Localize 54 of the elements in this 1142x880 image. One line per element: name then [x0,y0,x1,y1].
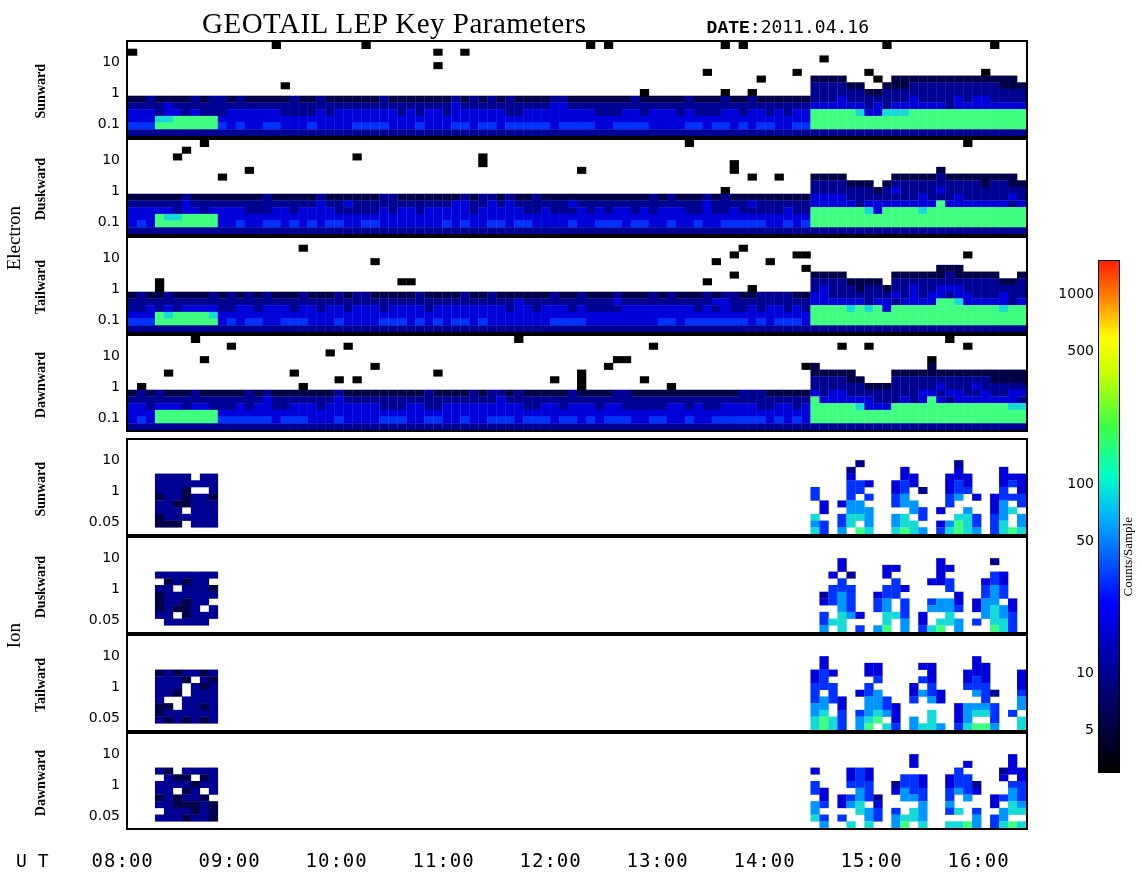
x-tick-label: 09:00 [197,849,262,871]
x-tick-label: 13:00 [625,849,690,871]
panel-label: Dawnward [33,351,49,419]
y-tick-label: 10 [102,54,120,69]
y-tick-label: 1 [111,483,120,497]
y-tick-label: 1 [111,581,120,595]
panel-label: Duskward [33,157,49,221]
panel-label: Tailward [33,658,49,712]
y-tick-label: 10 [102,648,120,663]
y-tick-label: 0.1 [97,213,120,228]
color-scale-tick: 500 [1067,343,1094,358]
panel-label: Tailward [33,260,49,314]
color-scale-tick: 10 [1076,665,1094,679]
x-tick-label: 08:00 [90,849,155,871]
color-scale-tick: 5 [1085,722,1094,736]
y-tick-label: 0.1 [97,115,120,130]
y-tick-label: 0.05 [88,513,120,528]
x-tick-label: 11:00 [411,849,476,871]
group-label: Ion [3,623,25,649]
y-tick-label: 0.05 [88,807,120,822]
group-label: Electron [3,205,25,271]
y-tick-label: 1 [111,379,120,393]
x-tick-label: 14:00 [732,849,797,871]
date-value: 2011.04.16 [760,16,869,37]
y-tick-label: 0.1 [97,311,120,326]
x-tick-label: 16:00 [946,849,1011,871]
y-tick-label: 1 [111,777,120,791]
date-label: DATE: [706,18,761,38]
y-tick-label: 10 [102,452,120,467]
x-tick-label: 12:00 [518,849,583,871]
y-tick-label: 0.1 [97,409,120,424]
x-tick-label: 15:00 [839,849,904,871]
y-tick-label: 0.05 [88,709,120,724]
color-scale-label: Counts/Sample [1120,517,1136,597]
panel-label: Dawnward [33,749,49,817]
y-tick-label: 1 [111,281,120,295]
x-axis-label: U T [15,849,50,871]
x-tick-label: 10:00 [304,849,369,871]
color-scale-tick: 1000 [1058,286,1094,301]
y-tick-label: 10 [102,746,120,761]
color-scale-tick: 50 [1076,532,1094,547]
y-tick-label: 1 [111,85,120,99]
y-tick-label: 10 [102,250,120,265]
y-tick-label: 1 [111,183,120,197]
panel-label: Sunward [33,461,49,517]
y-tick-label: 10 [102,152,120,167]
panel-label: Duskward [33,555,49,619]
y-tick-label: 10 [102,348,120,363]
y-tick-label: 10 [102,550,120,565]
panel-label: Sunward [33,63,49,119]
y-tick-label: 0.05 [88,611,120,626]
color-scale-tick: 100 [1067,475,1094,490]
y-tick-label: 1 [111,679,120,693]
chart-title: GEOTAIL LEP Key Parameters [202,7,587,40]
